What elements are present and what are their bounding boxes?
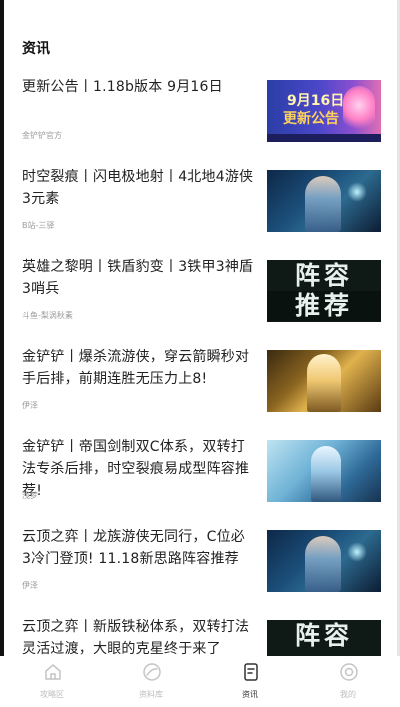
news-feed[interactable]: 更新公告丨1.18b版本 9月16日 金铲铲官方 9月16日 更新公告 时空裂痕…: [0, 62, 400, 656]
news-source: 浅梦: [22, 491, 38, 500]
news-item[interactable]: 云顶之弈丨新版铁秘体系，双转打法灵活过渡，大眼的克星终于来了 阵容: [0, 602, 400, 656]
thumbnail-caption: 更新公告: [283, 111, 339, 127]
news-thumbnail: 9月16日 更新公告: [267, 80, 381, 142]
tab-label: 资料库: [139, 690, 163, 699]
lightning-spark: [347, 542, 367, 562]
news-title: 云顶之弈丨新版铁秘体系，双转打法灵活过渡，大眼的克星终于来了: [22, 619, 250, 656]
news-thumbnail: [267, 350, 381, 412]
news-title: 金铲铲丨帝国剑制双C体系，双转打法专杀后排，时空裂痕易成型阵容推荐!: [22, 439, 250, 499]
thumbnail-caption: 阵容: [294, 621, 353, 650]
thumbnail-strip: [267, 134, 381, 142]
news-source: 斗鱼-梨涡秋素: [22, 311, 73, 320]
news-thumbnail: [267, 530, 381, 592]
champion-figure: [305, 536, 341, 592]
news-thumbnail: [267, 440, 381, 502]
news-item[interactable]: 金铲铲丨爆杀流游侠，穿云箭瞬秒对手后排，前期连胜无压力上8! 伊泽: [0, 332, 400, 422]
news-item[interactable]: 更新公告丨1.18b版本 9月16日 金铲铲官方 9月16日 更新公告: [0, 62, 400, 152]
lightning-spark: [347, 182, 367, 202]
bottom-tab-bar: 攻略区 资料库 资讯 我的: [0, 656, 400, 707]
tab-database[interactable]: 资料库: [101, 656, 201, 707]
champion-figure: [307, 354, 341, 412]
news-source: B站-三驿: [22, 221, 55, 230]
home-icon: [45, 664, 61, 680]
tab-label: 攻略区: [40, 690, 64, 699]
profile-icon: [340, 663, 358, 681]
tab-profile[interactable]: 我的: [298, 656, 398, 707]
news-title: 时空裂痕丨闪电极地射丨4北地4游侠3元素: [22, 169, 254, 207]
news-source: 伊泽: [22, 401, 38, 410]
tab-label: 我的: [340, 690, 356, 699]
tab-label: 资讯: [242, 690, 258, 699]
news-item[interactable]: 金铲铲丨帝国剑制双C体系，双转打法专杀后排，时空裂痕易成型阵容推荐! 浅梦: [0, 422, 400, 512]
database-icon: [143, 663, 161, 681]
news-thumbnail: 阵容 推荐: [267, 260, 381, 322]
news-source: 伊泽: [22, 581, 38, 590]
news-item[interactable]: 云顶之弈丨龙族游侠无同行，C位必3冷门登顶! 11.18新思路阵容推荐 伊泽: [0, 512, 400, 602]
tab-guide[interactable]: 攻略区: [2, 656, 102, 707]
news-item[interactable]: 时空裂痕丨闪电极地射丨4北地4游侠3元素 B站-三驿: [0, 152, 400, 242]
character-glow: [343, 86, 375, 134]
news-title: 更新公告丨1.18b版本 9月16日: [22, 79, 223, 95]
news-item[interactable]: 英雄之黎明丨铁盾豹变丨3铁甲3神盾3哨兵 斗鱼-梨涡秋素 阵容 推荐: [0, 242, 400, 332]
news-title: 英雄之黎明丨铁盾豹变丨3铁甲3神盾3哨兵: [22, 259, 254, 297]
thumbnail-caption: 9月16日: [287, 93, 345, 109]
champion-figure: [305, 176, 341, 232]
thumbnail-caption: 推荐: [267, 291, 381, 321]
tab-news[interactable]: 资讯: [200, 656, 300, 707]
news-thumbnail: [267, 170, 381, 232]
news-thumbnail: 阵容: [267, 620, 381, 656]
page-title: 资讯: [22, 41, 50, 57]
thumbnail-caption: 阵容: [294, 261, 353, 290]
news-title: 云顶之弈丨龙族游侠无同行，C位必3冷门登顶! 11.18新思路阵容推荐: [22, 529, 245, 567]
news-source: 金铲铲官方: [22, 131, 62, 140]
champion-figure: [311, 446, 341, 502]
news-icon: [244, 663, 258, 681]
news-title: 金铲铲丨爆杀流游侠，穿云箭瞬秒对手后排，前期连胜无压力上8!: [22, 349, 250, 387]
